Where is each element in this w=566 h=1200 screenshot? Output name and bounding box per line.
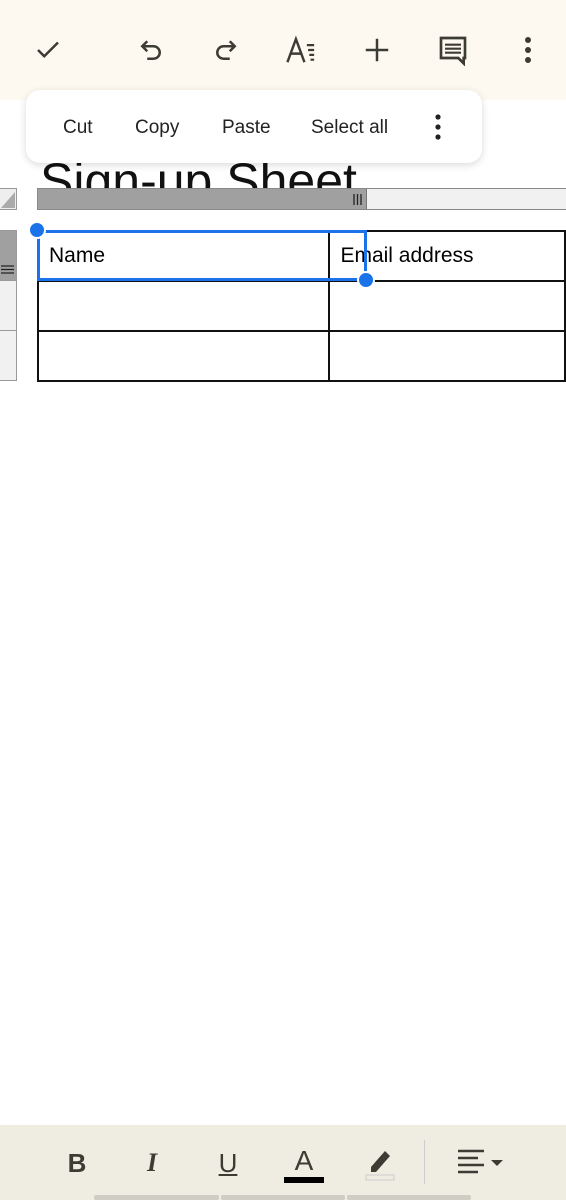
row-header-3[interactable] [0, 330, 17, 381]
align-dropdown-icon[interactable] [455, 1145, 511, 1181]
table-row [36, 330, 566, 382]
highlight-icon[interactable] [360, 1145, 400, 1181]
insert-icon[interactable] [357, 30, 397, 70]
nav-segment [347, 1195, 471, 1200]
selection-end-handle[interactable] [357, 271, 375, 289]
column-scrollbar[interactable] [37, 188, 566, 210]
check-icon[interactable] [28, 30, 68, 70]
paste-button[interactable]: Paste [222, 117, 271, 139]
top-toolbar [0, 0, 566, 100]
more-options-icon[interactable] [434, 114, 442, 146]
select-all-button[interactable]: Select all [311, 117, 388, 139]
table-row [36, 280, 566, 332]
toolbar-divider [424, 1140, 425, 1184]
select-table-corner[interactable] [0, 188, 17, 210]
text-format-icon[interactable] [282, 30, 322, 70]
table-cell[interactable] [36, 280, 331, 332]
more-vert-icon[interactable] [508, 30, 548, 70]
row-header-1[interactable] [0, 230, 17, 281]
table-cell[interactable] [328, 330, 566, 382]
table-cell[interactable] [36, 330, 331, 382]
comment-icon[interactable] [433, 30, 473, 70]
undo-icon[interactable] [131, 30, 171, 70]
copy-button[interactable]: Copy [135, 117, 179, 139]
column-resize-handle[interactable] [38, 189, 367, 209]
redo-icon[interactable] [206, 30, 246, 70]
context-menu: Cut Copy Paste Select all [26, 90, 482, 163]
cell-selection [37, 230, 367, 281]
cut-button[interactable]: Cut [63, 117, 93, 139]
italic-button[interactable]: I [132, 1145, 172, 1181]
bold-button[interactable]: B [57, 1145, 97, 1181]
nav-segment [94, 1195, 219, 1200]
format-toolbar: B I U A [0, 1125, 566, 1200]
underline-button[interactable]: U [208, 1145, 248, 1181]
selection-start-handle[interactable] [28, 221, 46, 239]
text-color-button[interactable]: A [284, 1145, 324, 1183]
row-header-2[interactable] [0, 280, 17, 331]
nav-segment [221, 1195, 345, 1200]
